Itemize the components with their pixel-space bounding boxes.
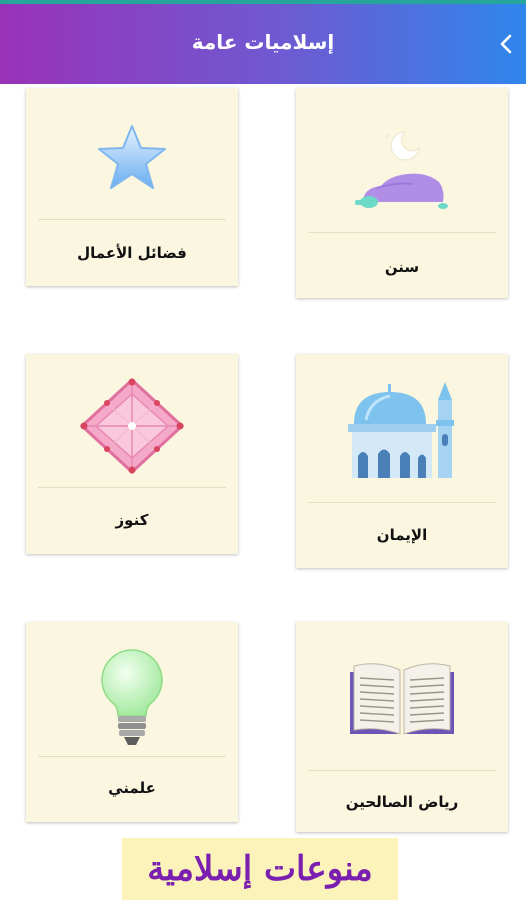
card-riyad-alsalihin[interactable]: رياض الصالحين — [296, 622, 508, 832]
lightbulb-icon — [26, 646, 238, 750]
app-header: إسلاميات عامة — [0, 4, 526, 84]
card-sunan[interactable]: سنن — [296, 88, 508, 298]
diamond-gem-icon — [26, 376, 238, 476]
card-label: سنن — [384, 258, 420, 276]
star-icon — [26, 122, 238, 194]
card-divider — [308, 770, 496, 771]
card-kunuz[interactable]: كنوز — [26, 354, 238, 554]
card-label: علمني — [108, 779, 156, 797]
card-label: كنوز — [115, 511, 149, 529]
chevron-left-icon — [500, 34, 512, 54]
footer-title: منوعات إسلامية — [147, 849, 373, 889]
page-title: إسلاميات عامة — [191, 30, 335, 54]
footer-banner: منوعات إسلامية — [122, 838, 398, 900]
card-fadail-alamal[interactable]: فضائل الأعمال — [26, 88, 238, 286]
card-divider — [38, 487, 226, 488]
mosque-icon — [296, 380, 508, 484]
card-label: فضائل الأعمال — [77, 244, 187, 262]
card-divider — [308, 232, 496, 233]
card-divider — [308, 502, 496, 503]
card-label: الإيمان — [376, 526, 428, 544]
card-divider — [38, 756, 226, 757]
card-label: رياض الصالحين — [345, 793, 459, 811]
card-allimni[interactable]: علمني — [26, 622, 238, 822]
prayer-sujood-icon — [296, 118, 508, 214]
card-divider — [38, 219, 226, 220]
back-button[interactable] — [486, 22, 526, 66]
open-book-icon — [296, 658, 508, 742]
card-aliman[interactable]: الإيمان — [296, 354, 508, 568]
